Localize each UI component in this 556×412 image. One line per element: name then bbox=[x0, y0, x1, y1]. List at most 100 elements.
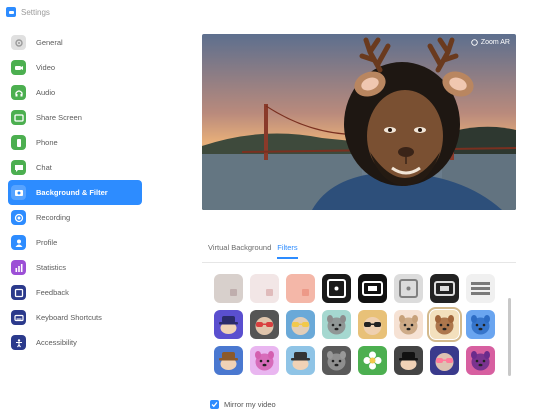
filter-tile-cowboy[interactable] bbox=[214, 346, 243, 375]
filter-tile-peach[interactable] bbox=[286, 274, 315, 303]
yellow-goggles-filter-icon bbox=[286, 310, 315, 339]
filter-tile-yellow-goggles[interactable] bbox=[286, 310, 315, 339]
blue-bear-filter-icon bbox=[466, 310, 495, 339]
filter-tile-deer[interactable] bbox=[427, 307, 462, 342]
camera-feed-image bbox=[202, 34, 516, 210]
sidebar-item-feedback[interactable]: Feedback bbox=[8, 280, 142, 305]
soft-pink-filter-icon bbox=[250, 274, 279, 303]
sidebar-item-label: Profile bbox=[36, 238, 58, 247]
filter-tile-cat-ears[interactable] bbox=[394, 310, 423, 339]
sidebar-item-label: General bbox=[36, 38, 63, 47]
sidebar-item-chat[interactable]: Chat bbox=[8, 155, 142, 180]
keyboard-icon bbox=[11, 310, 26, 325]
filter-tile-detective[interactable] bbox=[394, 346, 423, 375]
tab-filters[interactable]: Filters bbox=[277, 243, 298, 259]
sidebar-item-label: Audio bbox=[36, 88, 56, 97]
sidebar-item-general[interactable]: General bbox=[8, 30, 142, 55]
filter-grid-scrollbar[interactable] bbox=[508, 298, 511, 376]
sidebar-item-label: Chat bbox=[36, 163, 52, 172]
sidebar-item-video[interactable]: Video bbox=[8, 55, 142, 80]
film-frame-filter-icon bbox=[430, 274, 459, 303]
video-preview: Zoom AR bbox=[202, 34, 516, 210]
sidebar-item-accessibility[interactable]: Accessibility bbox=[8, 330, 142, 355]
sidebar-item-label: Feedback bbox=[36, 288, 69, 297]
retro-frame-filter-icon bbox=[394, 274, 423, 303]
accessibility-icon bbox=[11, 335, 26, 350]
night-mask-filter-icon bbox=[430, 346, 459, 375]
chat-bubble-icon bbox=[11, 160, 26, 175]
filter-tile-film-frame[interactable] bbox=[430, 274, 459, 303]
video-icon bbox=[11, 60, 26, 75]
sidebar-item-phone[interactable]: Phone bbox=[8, 130, 142, 155]
sidebar-item-recording[interactable]: Recording bbox=[8, 205, 142, 230]
sidebar-item-label: Background & Filter bbox=[36, 188, 108, 197]
mirror-video-label: Mirror my video bbox=[224, 400, 276, 409]
mirror-video-checkbox[interactable] bbox=[210, 400, 219, 409]
red-glasses-filter-icon bbox=[250, 310, 279, 339]
alien-filter-icon bbox=[466, 346, 495, 375]
filter-tile-soft-pink[interactable] bbox=[250, 274, 279, 303]
tab-virtual-background[interactable]: Virtual Background bbox=[208, 243, 271, 259]
detective-filter-icon bbox=[394, 346, 423, 375]
headphones-icon bbox=[11, 85, 26, 100]
pink-bunny-filter-icon bbox=[250, 346, 279, 375]
filter-tile-none[interactable] bbox=[214, 274, 243, 303]
sidebar-item-label: Keyboard Shortcuts bbox=[36, 313, 102, 322]
filter-tile-sunglasses[interactable] bbox=[358, 310, 387, 339]
filter-tile-stripes[interactable] bbox=[466, 274, 495, 303]
filter-tile-pink-bunny[interactable] bbox=[250, 346, 279, 375]
top-hat-filter-icon bbox=[286, 346, 315, 375]
tabs-divider bbox=[202, 262, 516, 263]
filter-tile-dark-face[interactable] bbox=[322, 346, 351, 375]
sidebar-item-statistics[interactable]: Statistics bbox=[8, 255, 142, 280]
zoom-ar-badge: Zoom AR bbox=[471, 39, 510, 46]
record-icon bbox=[11, 210, 26, 225]
filter-tile-top-hat[interactable] bbox=[286, 346, 315, 375]
sidebar-item-label: Phone bbox=[36, 138, 58, 147]
sidebar-item-label: Video bbox=[36, 63, 56, 72]
sidebar-item-background-filter[interactable]: Background & Filter bbox=[8, 180, 142, 205]
stripes-filter-icon bbox=[466, 274, 495, 303]
phone-icon bbox=[11, 135, 26, 150]
flower-filter-icon bbox=[358, 346, 387, 375]
peach-filter-icon bbox=[286, 274, 315, 303]
none-filter-icon bbox=[214, 274, 243, 303]
sidebar-item-keyboard-shortcuts[interactable]: Keyboard Shortcuts bbox=[8, 305, 142, 330]
filter-tile-dark-frame[interactable] bbox=[322, 274, 351, 303]
filter-tile-tv-frame[interactable] bbox=[358, 274, 387, 303]
cowboy-filter-icon bbox=[214, 346, 243, 375]
background-filter-icon bbox=[11, 185, 26, 200]
profile-icon bbox=[11, 235, 26, 250]
cat-ears-filter-icon bbox=[394, 310, 423, 339]
filter-tile-retro-frame[interactable] bbox=[394, 274, 423, 303]
dark-frame-filter-icon bbox=[322, 274, 351, 303]
filter-tile-blue-bear[interactable] bbox=[466, 310, 495, 339]
filter-tile-flower[interactable] bbox=[358, 346, 387, 375]
window-title: Settings bbox=[21, 7, 50, 17]
sidebar-item-label: Accessibility bbox=[36, 338, 77, 347]
sidebar-item-label: Share Screen bbox=[36, 113, 82, 122]
sidebar-item-profile[interactable]: Profile bbox=[8, 230, 142, 255]
dark-face-filter-icon bbox=[322, 346, 351, 375]
background-tabs: Virtual Background Filters bbox=[208, 243, 298, 259]
deer-filter-icon bbox=[430, 310, 459, 339]
zoom-ar-label: Zoom AR bbox=[480, 39, 510, 46]
filter-tile-red-glasses[interactable] bbox=[250, 310, 279, 339]
filter-tile-koala[interactable] bbox=[322, 310, 351, 339]
sidebar-item-label: Statistics bbox=[36, 263, 67, 272]
sidebar-item-audio[interactable]: Audio bbox=[8, 80, 142, 105]
purple-hat-filter-icon bbox=[214, 310, 243, 339]
filter-tile-purple-hat[interactable] bbox=[214, 310, 243, 339]
koala-filter-icon bbox=[322, 310, 351, 339]
filter-grid bbox=[214, 274, 502, 375]
statistics-icon bbox=[11, 260, 26, 275]
filter-tile-night-mask[interactable] bbox=[430, 346, 459, 375]
zoom-app-icon bbox=[6, 7, 16, 17]
mirror-video-option: Mirror my video bbox=[210, 400, 276, 409]
checkmark-icon bbox=[211, 402, 218, 408]
sidebar-item-label: Recording bbox=[36, 213, 71, 222]
gear-icon bbox=[11, 35, 26, 50]
filter-tile-alien[interactable] bbox=[466, 346, 495, 375]
feedback-icon bbox=[11, 285, 26, 300]
sidebar-item-share-screen[interactable]: Share Screen bbox=[8, 105, 142, 130]
